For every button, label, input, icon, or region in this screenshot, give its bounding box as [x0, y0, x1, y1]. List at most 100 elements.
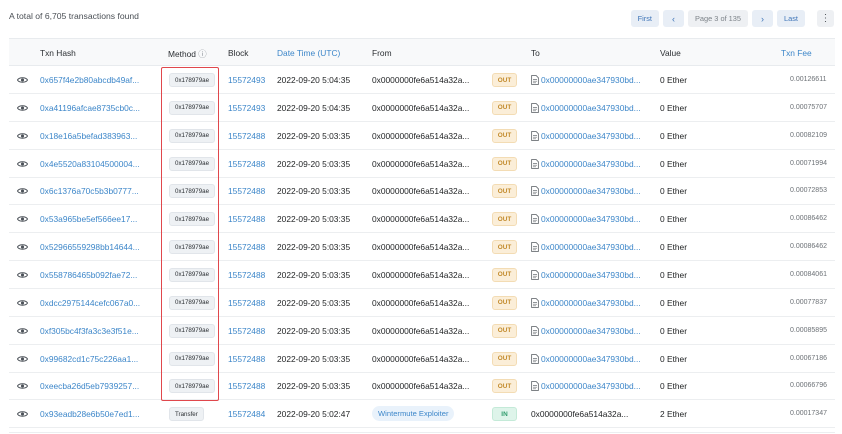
eye-icon[interactable]: [16, 299, 29, 307]
from-address[interactable]: 0x0000000fe6a514a32a...: [372, 242, 469, 252]
txn-fee-cell: 0.00082109: [790, 131, 827, 139]
to-address[interactable]: 0x0000000fe6a514a32a...: [531, 409, 628, 419]
txn-hash-link[interactable]: 0x558786465b092fae72...: [40, 270, 137, 280]
txn-hash-link[interactable]: 0xa41196afcae8735cb0c...: [40, 103, 140, 113]
to-address-link[interactable]: 0x00000000ae347930bd...: [541, 270, 641, 280]
block-link[interactable]: 15572488: [228, 214, 265, 224]
eye-icon[interactable]: [16, 355, 29, 363]
to-address-link[interactable]: 0x00000000ae347930bd...: [541, 326, 641, 336]
table-row: 0xdcc2975144cefc067a0... 0x178979ae 155724…: [9, 289, 835, 317]
datetime-cell: 2022-09-20 5:03:35: [277, 297, 351, 308]
txn-fee-cell: 0.00066796: [790, 382, 827, 390]
to-address-link[interactable]: 0x00000000ae347930bd...: [541, 186, 641, 196]
last-page-button[interactable]: Last: [777, 10, 805, 27]
to-address-link[interactable]: 0x00000000ae347930bd...: [541, 103, 641, 113]
direction-badge: IN: [492, 407, 517, 422]
block-link[interactable]: 15572484: [228, 409, 265, 419]
txn-hash-link[interactable]: 0x4e5520a83104500004...: [40, 159, 140, 169]
direction-badge: OUT: [492, 73, 517, 87]
txn-hash-link[interactable]: 0x93eadb28e6b50e7ed1...: [40, 409, 140, 419]
from-address[interactable]: 0x0000000fe6a514a32a...: [372, 214, 469, 224]
next-page-button[interactable]: ›: [752, 10, 774, 27]
to-address-link[interactable]: 0x00000000ae347930bd...: [541, 242, 641, 252]
to-address-link[interactable]: 0x00000000ae347930bd...: [541, 298, 641, 308]
block-link[interactable]: 15572488: [228, 326, 265, 336]
eye-icon[interactable]: [16, 271, 29, 279]
table-toolbar: A total of 6,705 transactions found Firs…: [0, 0, 842, 36]
txn-hash-link[interactable]: 0x657f4e2b80abcdb49af...: [40, 75, 139, 85]
to-address-link[interactable]: 0x00000000ae347930bd...: [541, 214, 641, 224]
table-row: 0x18e16a5befad383963... 0x178979ae 1557248…: [9, 122, 835, 150]
direction-badge: OUT: [492, 323, 517, 338]
block-link[interactable]: 15572488: [228, 242, 265, 252]
block-link[interactable]: 15572493: [228, 103, 265, 113]
table-header: Txn Hash Method ⓘ Block Date Time (UTC) …: [9, 39, 835, 66]
from-name-tag[interactable]: Wintermute Exploiter: [372, 406, 455, 422]
from-address[interactable]: 0x0000000fe6a514a32a...: [372, 186, 469, 196]
value-cell: 0 Ether: [660, 214, 688, 225]
block-link[interactable]: 15572488: [228, 354, 265, 364]
block-link[interactable]: 15572488: [228, 186, 265, 196]
eye-icon[interactable]: [16, 132, 29, 140]
from-address[interactable]: 0x0000000fe6a514a32a...: [372, 270, 469, 280]
block-link[interactable]: 15572488: [228, 381, 265, 391]
to-address-link[interactable]: 0x00000000ae347930bd...: [541, 75, 641, 85]
eye-icon[interactable]: [16, 382, 29, 390]
from-address[interactable]: 0x0000000fe6a514a32a...: [372, 298, 469, 308]
eye-icon[interactable]: [16, 410, 29, 418]
block-link[interactable]: 15572488: [228, 159, 265, 169]
txn-hash-link[interactable]: 0x53a965be5ef566ee17...: [40, 214, 137, 224]
eye-icon[interactable]: [16, 215, 29, 223]
txn-hash-link[interactable]: 0xeecba26d5eb7939257...: [40, 381, 139, 391]
eye-icon[interactable]: [16, 76, 29, 84]
previous-page-button[interactable]: ‹: [662, 10, 684, 27]
info-icon[interactable]: ⓘ: [198, 49, 206, 59]
block-link[interactable]: 15572488: [228, 131, 265, 141]
txn-fee-cell: 0.00067186: [790, 354, 827, 362]
to-address-link[interactable]: 0x00000000ae347930bd...: [541, 381, 641, 391]
header-datetime[interactable]: Date Time (UTC): [277, 48, 340, 58]
txn-hash-link[interactable]: 0xdcc2975144cefc067a0...: [40, 298, 140, 308]
block-link[interactable]: 15572488: [228, 298, 265, 308]
eye-icon[interactable]: [16, 160, 29, 168]
value-cell: 0 Ether: [660, 242, 688, 253]
eye-icon[interactable]: [16, 243, 29, 251]
txn-fee-cell: 0.00077837: [790, 298, 827, 306]
txn-hash-link[interactable]: 0x18e16a5befad383963...: [40, 131, 137, 141]
from-address[interactable]: 0x0000000fe6a514a32a...: [372, 103, 469, 113]
value-cell: 0 Ether: [660, 186, 688, 197]
txn-hash-link[interactable]: 0xf305bc4f3fa3c3e3f51e...: [40, 326, 139, 336]
txn-hash-link[interactable]: 0x52966559298bb14644...: [40, 242, 140, 252]
to-address-link[interactable]: 0x00000000ae347930bd...: [541, 354, 641, 364]
txn-hash-link[interactable]: 0x99682cd1c75c226aa1...: [40, 354, 138, 364]
to-address-link[interactable]: 0x00000000ae347930bd...: [541, 159, 641, 169]
from-address[interactable]: 0x0000000fe6a514a32a...: [372, 159, 469, 169]
txn-fee-cell: 0.00086462: [790, 215, 827, 223]
txn-fee-cell: 0.00084061: [790, 270, 827, 278]
header-method: Method ⓘ: [168, 48, 207, 60]
table-row: 0x657f4e2b80abcdb49af... 0x178979ae 155724…: [9, 66, 835, 94]
eye-icon[interactable]: [16, 327, 29, 335]
table-row: 0xf305bc4f3fa3c3e3f51e... 0x178979ae 15572…: [9, 317, 835, 345]
to-address-link[interactable]: 0x00000000ae347930bd...: [541, 131, 641, 141]
from-address[interactable]: 0x0000000fe6a514a32a...: [372, 326, 469, 336]
from-address[interactable]: 0x0000000fe6a514a32a...: [372, 75, 469, 85]
datetime-cell: 2022-09-20 5:02:47: [277, 409, 351, 420]
txn-hash-link[interactable]: 0x6c1376a70c5b3b0777...: [40, 186, 139, 196]
table-row: 0xeecba26d5eb7939257... 0x178979ae 1557248…: [9, 372, 835, 401]
header-txn-fee[interactable]: Txn Fee: [781, 48, 812, 58]
page-indicator: Page 3 of 135: [687, 10, 749, 27]
table-row: 0x4e5520a83104500004... 0x178979ae 1557248…: [9, 150, 835, 178]
from-address[interactable]: 0x0000000fe6a514a32a...: [372, 381, 469, 391]
block-link[interactable]: 15572493: [228, 75, 265, 85]
eye-icon[interactable]: [16, 187, 29, 195]
first-page-button[interactable]: First: [630, 10, 659, 27]
table-row: 0x53a965be5ef566ee17... 0x178979ae 1557248…: [9, 205, 835, 234]
block-link[interactable]: 15572488: [228, 270, 265, 280]
eye-icon[interactable]: [16, 104, 29, 112]
contract-icon: [531, 297, 539, 308]
from-address[interactable]: 0x0000000fe6a514a32a...: [372, 131, 469, 141]
from-address[interactable]: 0x0000000fe6a514a32a...: [372, 354, 469, 364]
more-options-button[interactable]: ⋮: [817, 10, 834, 27]
txn-fee-cell: 0.00086462: [790, 243, 827, 251]
